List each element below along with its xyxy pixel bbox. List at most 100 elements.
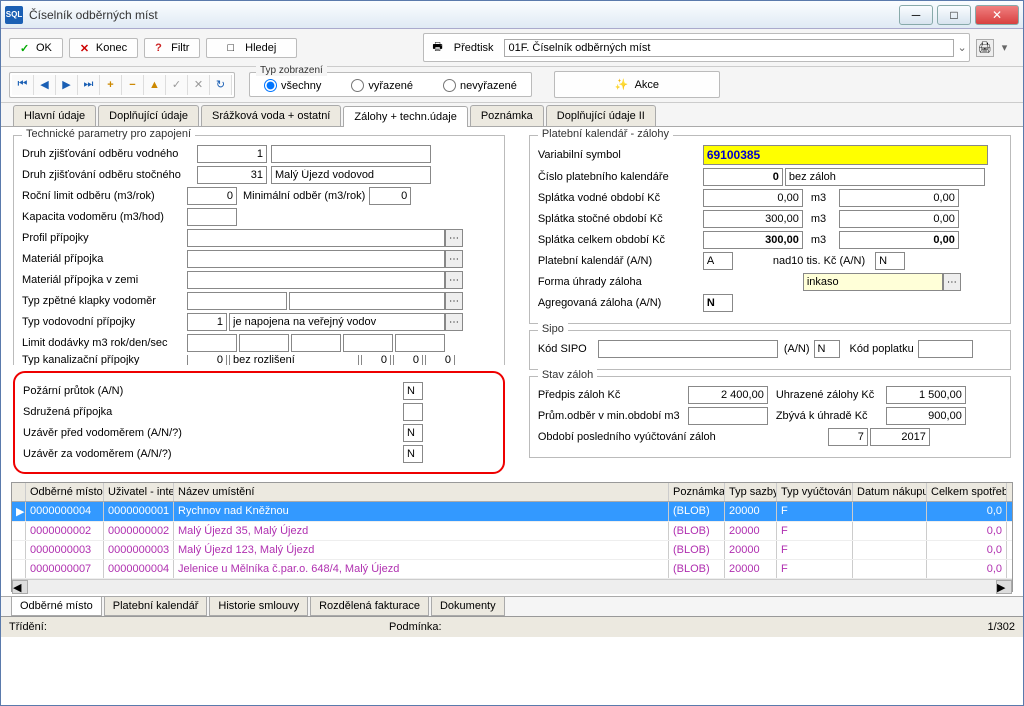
- sipo-fieldset: Sipo Kód SIPO (A/N) Kód poplatku: [529, 330, 1011, 370]
- zpetna-input[interactable]: [187, 292, 287, 310]
- tab-hlavni[interactable]: Hlavní údaje: [13, 105, 96, 126]
- vodov-input[interactable]: [187, 313, 227, 331]
- pozarni-input[interactable]: [403, 382, 423, 400]
- tab-doplnujici[interactable]: Doplňující údaje: [98, 105, 199, 126]
- maximize-button[interactable]: □: [937, 5, 971, 25]
- obdobi-m-input[interactable]: [828, 428, 868, 446]
- limit2-input[interactable]: [239, 334, 289, 352]
- cislo-kal-input[interactable]: [703, 168, 783, 186]
- limit5-input[interactable]: [395, 334, 445, 352]
- hledej-button[interactable]: □ Hledej: [206, 38, 297, 58]
- forma-input[interactable]: [803, 273, 943, 291]
- radio-nevyrazene[interactable]: nevyřazené: [443, 79, 517, 92]
- kanal-text[interactable]: [229, 355, 359, 365]
- nav-cancel[interactable]: ✕: [188, 75, 210, 95]
- druh-vodne-input[interactable]: [197, 145, 267, 163]
- material-lookup[interactable]: ⋯: [445, 250, 463, 268]
- radio-vyrazene[interactable]: vyřazené: [351, 79, 413, 92]
- nav-refresh[interactable]: ↻: [210, 75, 232, 95]
- uhrazene-input[interactable]: [886, 386, 966, 404]
- plat-kal-input[interactable]: [703, 252, 733, 270]
- table-row[interactable]: ▶00000000040000000001Rychnov nad Kněžnou…: [12, 502, 1012, 522]
- table-row[interactable]: 00000000030000000003Malý Újezd 123, Malý…: [12, 541, 1012, 560]
- spl-celkem-input[interactable]: [703, 231, 803, 249]
- agreg-input[interactable]: [703, 294, 733, 312]
- nav-first[interactable]: ⏮: [12, 75, 34, 95]
- akce-button[interactable]: ✨Akce: [554, 71, 720, 98]
- kanal-input[interactable]: [187, 355, 227, 365]
- konec-button[interactable]: ✕Konec: [69, 38, 138, 58]
- btab-rozd[interactable]: Rozdělená fakturace: [310, 597, 429, 616]
- limit3-input[interactable]: [291, 334, 341, 352]
- x-icon: ✕: [80, 42, 92, 54]
- tab-zalohy[interactable]: Zálohy + techn.údaje: [343, 106, 467, 127]
- btab-dok[interactable]: Dokumenty: [431, 597, 505, 616]
- material-input[interactable]: [187, 250, 445, 268]
- tab-poznamka[interactable]: Poznámka: [470, 105, 544, 126]
- limit4-input[interactable]: [343, 334, 393, 352]
- data-grid[interactable]: Odběrné místo Uživatel - inter Název umí…: [11, 482, 1013, 592]
- tab-dopl2[interactable]: Doplňující údaje II: [546, 105, 656, 126]
- m3-vodne[interactable]: [839, 189, 959, 207]
- nav-last[interactable]: ⏭: [78, 75, 100, 95]
- table-row[interactable]: 00000000020000000002Malý Újezd 35, Malý …: [12, 522, 1012, 541]
- material-zemi-lookup[interactable]: ⋯: [445, 271, 463, 289]
- min-odber-input[interactable]: [369, 187, 411, 205]
- m3-stocne[interactable]: [839, 210, 959, 228]
- nav-confirm[interactable]: ✓: [166, 75, 188, 95]
- druh-stocne-input[interactable]: [197, 166, 267, 184]
- profil-input[interactable]: [187, 229, 445, 247]
- nav-edit[interactable]: ▲: [144, 75, 166, 95]
- btab-hist[interactable]: Historie smlouvy: [209, 597, 308, 616]
- nad10-input[interactable]: [875, 252, 905, 270]
- zpetna-text[interactable]: [289, 292, 445, 310]
- filtr-button[interactable]: ?Filtr: [144, 38, 200, 58]
- obdobi-r-input[interactable]: [870, 428, 930, 446]
- minimize-button[interactable]: ─: [899, 5, 933, 25]
- forma-lookup[interactable]: ⋯: [943, 273, 961, 291]
- close-button[interactable]: ✕: [975, 5, 1019, 25]
- nav-next[interactable]: ▶: [56, 75, 78, 95]
- m3-celkem[interactable]: [839, 231, 959, 249]
- print-preview-icon: 🖶: [432, 38, 442, 57]
- zpetna-lookup[interactable]: ⋯: [445, 292, 463, 310]
- nav-add[interactable]: +: [100, 75, 122, 95]
- druh-stocne-text[interactable]: [271, 166, 431, 184]
- btab-plat[interactable]: Platební kalendář: [104, 597, 208, 616]
- table-row[interactable]: 00000000070000000004Jelenice u Mělníka č…: [12, 560, 1012, 579]
- btab-odb[interactable]: Odběrné místo: [11, 597, 102, 616]
- predtisk-select[interactable]: 01F. Číselník odběrných míst: [504, 39, 954, 57]
- profil-lookup[interactable]: ⋯: [445, 229, 463, 247]
- predpis-input[interactable]: [688, 386, 768, 404]
- vodov-lookup[interactable]: ⋯: [445, 313, 463, 331]
- uzaver-pred-input[interactable]: [403, 424, 423, 442]
- zbyva-input[interactable]: [886, 407, 966, 425]
- nav-del[interactable]: −: [122, 75, 144, 95]
- radio-vsechny[interactable]: všechny: [264, 79, 321, 92]
- nav-prev[interactable]: ◀: [34, 75, 56, 95]
- var-symbol-input[interactable]: [703, 145, 988, 165]
- check-icon: ✓: [20, 42, 32, 54]
- cislo-kal-text[interactable]: [785, 168, 985, 186]
- limit1-input[interactable]: [187, 334, 237, 352]
- druh-vodne-text[interactable]: [271, 145, 431, 163]
- prum-input[interactable]: [688, 407, 768, 425]
- print-button[interactable]: 🖨: [976, 39, 994, 57]
- rocni-input[interactable]: [187, 187, 237, 205]
- material-zemi-input[interactable]: [187, 271, 445, 289]
- spl-stocne-input[interactable]: [703, 210, 803, 228]
- poplatek-input[interactable]: [918, 340, 973, 358]
- sipo-input[interactable]: [598, 340, 778, 358]
- spl-vodne-input[interactable]: [703, 189, 803, 207]
- vodov-text[interactable]: [229, 313, 445, 331]
- predtisk-button[interactable]: 🖶 Předtisk: [426, 36, 499, 59]
- grid-scrollbar[interactable]: ◀▶: [12, 579, 1012, 594]
- highlighted-section: Požární průtok (A/N) Sdružená přípojka U…: [13, 371, 505, 474]
- sipo-an-input[interactable]: [814, 340, 840, 358]
- sdruzena-input[interactable]: [403, 403, 423, 421]
- status-count: 1/302: [955, 621, 1015, 633]
- uzaver-za-input[interactable]: [403, 445, 423, 463]
- kapacita-input[interactable]: [187, 208, 237, 226]
- tab-srazkova[interactable]: Srážková voda + ostatní: [201, 105, 341, 126]
- ok-button[interactable]: ✓OK: [9, 38, 63, 58]
